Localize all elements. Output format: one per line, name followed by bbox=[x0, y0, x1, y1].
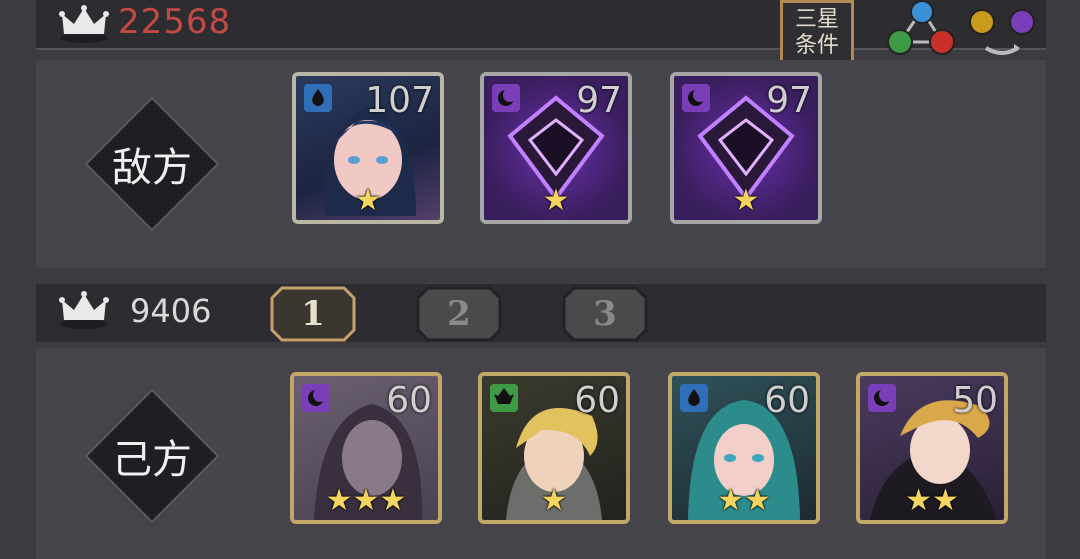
unit-stars: ★ bbox=[542, 183, 570, 218]
team-tab-label: 3 bbox=[593, 294, 617, 334]
crown-icon bbox=[59, 291, 109, 329]
unit-level: 60 bbox=[764, 380, 810, 421]
crown-icon bbox=[59, 5, 109, 43]
unit-stars: ★ bbox=[540, 483, 568, 518]
dark-element-icon bbox=[868, 384, 896, 412]
ally-power-value: 9406 bbox=[130, 292, 212, 330]
star-condition-line1: 三星 bbox=[794, 7, 839, 32]
enemy-power-value: 22568 bbox=[118, 2, 232, 42]
unit-level: 60 bbox=[386, 380, 432, 421]
element-cycle-icon[interactable] bbox=[884, 0, 960, 60]
ally-unit-card[interactable]: 60 ★ bbox=[478, 372, 630, 524]
dark-element-icon bbox=[682, 84, 710, 112]
star-condition-line2: 条件 bbox=[794, 33, 839, 58]
unit-stars: ★ bbox=[732, 183, 760, 218]
unit-stars: ★★ bbox=[905, 483, 959, 518]
unit-stars: ★ bbox=[354, 183, 382, 218]
team-tab-2[interactable]: 2 bbox=[416, 286, 502, 342]
enemy-unit-card[interactable]: 97 ★ bbox=[670, 72, 822, 224]
enemy-unit-card[interactable]: 107 ★ bbox=[292, 72, 444, 224]
water-element-icon bbox=[680, 384, 708, 412]
unit-stars: ★★★ bbox=[325, 483, 407, 518]
unit-stars: ★★ bbox=[717, 483, 771, 518]
ally-side-label: 己方 bbox=[82, 386, 222, 526]
ally-unit-card[interactable]: 60 ★★★ bbox=[290, 372, 442, 524]
dark-element-icon bbox=[302, 384, 330, 412]
team-tab-label: 1 bbox=[301, 294, 325, 334]
unit-level: 97 bbox=[576, 80, 622, 121]
unit-level: 50 bbox=[952, 380, 998, 421]
ally-unit-card[interactable]: 60 ★★ bbox=[668, 372, 820, 524]
enemy-side-label: 敌方 bbox=[82, 94, 222, 234]
water-element-icon bbox=[304, 84, 332, 112]
nature-element-icon bbox=[490, 384, 518, 412]
team-tab-3[interactable]: 3 bbox=[562, 286, 648, 342]
team-tab-label: 2 bbox=[447, 294, 471, 334]
unit-level: 60 bbox=[574, 380, 620, 421]
light-dark-cycle-icon[interactable] bbox=[964, 4, 1040, 60]
team-tab-1[interactable]: 1 bbox=[270, 286, 356, 342]
unit-level: 107 bbox=[365, 80, 434, 121]
ally-side-text: 己方 bbox=[112, 437, 192, 483]
dark-element-icon bbox=[492, 84, 520, 112]
unit-level: 97 bbox=[766, 80, 812, 121]
enemy-side-text: 敌方 bbox=[112, 145, 192, 191]
enemy-unit-card[interactable]: 97 ★ bbox=[480, 72, 632, 224]
ally-unit-card[interactable]: 50 ★★ bbox=[856, 372, 1008, 524]
star-condition-button[interactable]: 三星 条件 bbox=[780, 0, 854, 68]
